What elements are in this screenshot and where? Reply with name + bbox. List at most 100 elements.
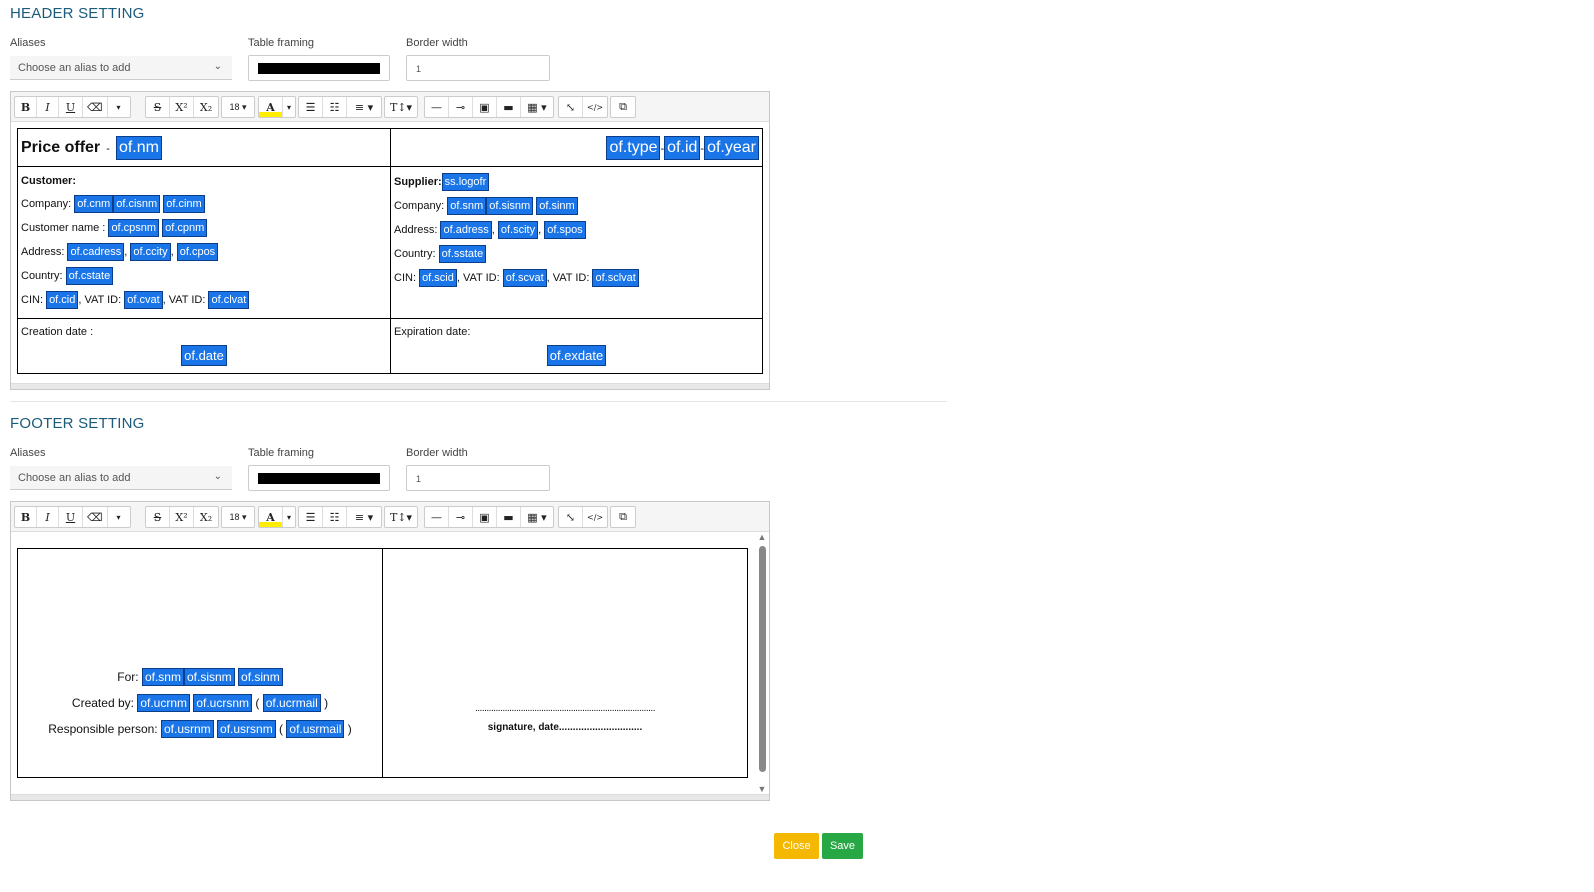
header-border-width-input[interactable]: 1: [406, 55, 550, 81]
font-size-select[interactable]: 18 ▾: [222, 97, 254, 117]
scroll-down-icon[interactable]: ▼: [757, 784, 767, 794]
type-cell: of.type - of.id - of.year: [390, 128, 763, 167]
cin-label: CIN:: [394, 272, 416, 284]
underline-button[interactable]: U: [59, 507, 83, 527]
supplier-country-line: Country: of.sstate: [394, 245, 759, 263]
eraser-icon[interactable]: ⌫: [83, 507, 108, 527]
footer-aliases-select[interactable]: Choose an alias to add ⌄: [10, 466, 232, 490]
scroll-up-icon[interactable]: ▲: [757, 532, 767, 542]
link-icon[interactable]: ⊸: [449, 507, 473, 527]
text-color-dropdown[interactable]: ▾: [283, 97, 295, 117]
video-icon[interactable]: ▬: [497, 97, 521, 117]
supplier-heading-line: Supplier: ss.logofr: [394, 173, 759, 191]
line-height-dropdown[interactable]: T↕▾: [385, 507, 417, 527]
line-height-dropdown[interactable]: T↕▾: [385, 97, 417, 117]
alias-tag: of.cpnm: [162, 219, 208, 237]
header-aliases-label: Aliases: [10, 37, 46, 49]
supplier-cell: Supplier: ss.logofr Company: of.snm of.sis…: [390, 166, 763, 319]
footer-editor-scrollbar[interactable]: ▲ ▼: [757, 532, 767, 794]
more-format-button[interactable]: ▾: [108, 507, 130, 527]
alias-tag: of.scvat: [502, 269, 547, 287]
alias-tag: of.adress: [440, 221, 492, 239]
help-group: ⧉: [610, 96, 636, 118]
alias-tag: of.cvat: [124, 291, 163, 309]
superscript-button[interactable]: X²: [170, 97, 194, 117]
subscript-button[interactable]: X₂: [194, 97, 218, 117]
strike-button[interactable]: S: [146, 507, 170, 527]
alias-tag: of.sisnm: [486, 197, 534, 215]
more-format-button[interactable]: ▾: [108, 97, 130, 117]
align-dropdown[interactable]: ≡ ▾: [347, 507, 381, 527]
header-aliases-select[interactable]: Choose an alias to add ⌄: [10, 56, 232, 80]
alias-tag: of.snm: [141, 668, 184, 686]
scroll-thumb[interactable]: [759, 546, 766, 772]
header-editor[interactable]: B I U ⌫ ▾ S X² X₂ 18 ▾ A ▾ ☰ ☷ ≡ ▾ T↕▾ —…: [10, 91, 770, 390]
underline-button[interactable]: U: [59, 97, 83, 117]
image-icon[interactable]: ▣: [473, 507, 497, 527]
view-group: ⤡ </>: [558, 96, 609, 118]
superscript-button[interactable]: X²: [170, 507, 194, 527]
link-icon[interactable]: ⊸: [449, 97, 473, 117]
unordered-list-icon[interactable]: ☰: [299, 507, 323, 527]
subscript-button[interactable]: X₂: [194, 507, 218, 527]
expiration-date-cell: Expiration date: of.exdate: [390, 318, 763, 374]
code-view-icon[interactable]: </>: [583, 507, 607, 527]
alias-tag: of.type: [606, 135, 661, 160]
alias-tag: of.sstate: [438, 245, 487, 263]
header-editor-toolbar: B I U ⌫ ▾ S X² X₂ 18 ▾ A ▾ ☰ ☷ ≡ ▾ T↕▾ —…: [11, 92, 769, 122]
footer-editor-body[interactable]: For: of.snm of.sisnm of.sinm Created by: …: [11, 532, 769, 794]
insert-group: — ⊸ ▣ ▬ ▦ ▾: [424, 506, 554, 528]
alias-tag: of.spos: [544, 221, 586, 239]
eraser-icon[interactable]: ⌫: [83, 97, 108, 117]
italic-button[interactable]: I: [37, 507, 59, 527]
for-line: For: of.snm of.sisnm of.sinm: [21, 668, 379, 686]
footer-framing-color-picker[interactable]: [248, 465, 390, 491]
bold-button[interactable]: B: [15, 507, 37, 527]
for-label: For:: [117, 670, 139, 684]
color-swatch: [258, 63, 380, 74]
header-editor-body[interactable]: Price offer - of.nm of.type - of.id - of.yea…: [11, 122, 769, 383]
code-view-icon[interactable]: </>: [583, 97, 607, 117]
header-framing-color-picker[interactable]: [248, 55, 390, 81]
script-group: S X² X₂: [145, 96, 219, 118]
font-size-select[interactable]: 18 ▾: [222, 507, 254, 527]
fullscreen-icon[interactable]: ⤡: [559, 97, 583, 117]
close-button[interactable]: Close: [774, 833, 819, 859]
text-color-button[interactable]: A: [259, 507, 283, 527]
bold-button[interactable]: B: [15, 97, 37, 117]
text-color-dropdown[interactable]: ▾: [283, 507, 295, 527]
alias-tag: of.exdate: [546, 345, 607, 366]
alias-tag: of.cnm: [74, 195, 114, 213]
text-color-button[interactable]: A: [259, 97, 283, 117]
save-button[interactable]: Save: [822, 833, 863, 859]
strike-button[interactable]: S: [146, 97, 170, 117]
alias-tag: of.clvat: [208, 291, 250, 309]
close-paren: ): [324, 696, 329, 710]
expiration-date-label: Expiration date:: [394, 326, 471, 338]
alias-tag: of.scity: [497, 221, 539, 239]
horizontal-rule-icon[interactable]: —: [425, 97, 449, 117]
footer-editor-resize-bar[interactable]: [11, 794, 769, 800]
alias-tag: of.usrsnm: [217, 720, 276, 738]
help-icon[interactable]: ⧉: [611, 97, 635, 117]
fullscreen-icon[interactable]: ⤡: [559, 507, 583, 527]
image-icon[interactable]: ▣: [473, 97, 497, 117]
horizontal-rule-icon[interactable]: —: [425, 507, 449, 527]
footer-border-width-input[interactable]: 1: [406, 465, 550, 491]
italic-button[interactable]: I: [37, 97, 59, 117]
help-group: ⧉: [610, 506, 636, 528]
ordered-list-icon[interactable]: ☷: [323, 507, 347, 527]
alias-tag: of.ucrmail: [262, 694, 321, 712]
header-editor-resize-bar[interactable]: [11, 383, 769, 389]
table-dropdown[interactable]: ▦ ▾: [521, 97, 553, 117]
align-dropdown[interactable]: ≡ ▾: [347, 97, 381, 117]
help-icon[interactable]: ⧉: [611, 507, 635, 527]
footer-editor[interactable]: B I U ⌫ ▾ S X² X₂ 18 ▾ A ▾ ☰ ☷ ≡ ▾ T↕▾ —…: [10, 501, 770, 801]
ordered-list-icon[interactable]: ☷: [323, 97, 347, 117]
unordered-list-icon[interactable]: ☰: [299, 97, 323, 117]
size-group: 18 ▾: [221, 506, 255, 528]
vat-label: , VAT ID:: [78, 294, 122, 306]
video-icon[interactable]: ▬: [497, 507, 521, 527]
footer-aliases-placeholder: Choose an alias to add: [18, 472, 131, 484]
table-dropdown[interactable]: ▦ ▾: [521, 507, 553, 527]
